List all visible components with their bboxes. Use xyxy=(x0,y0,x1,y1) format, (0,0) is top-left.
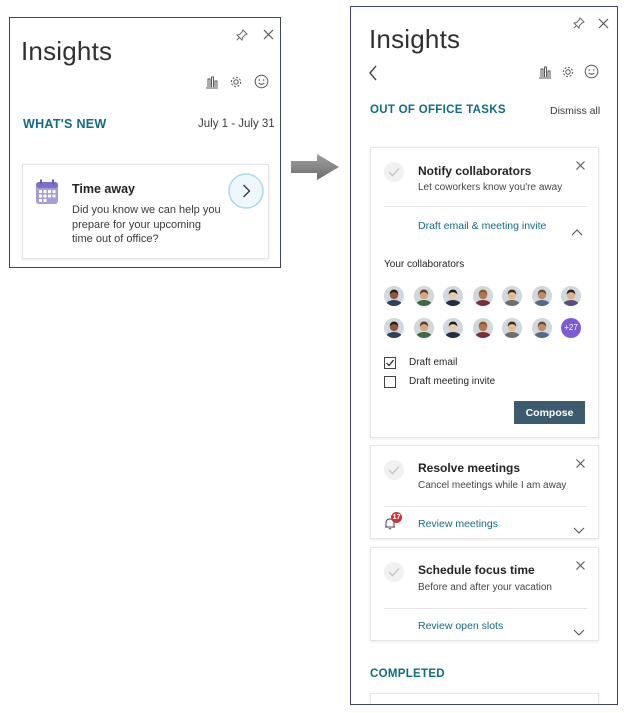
card-title: Time away xyxy=(72,182,136,196)
draft-email-meeting-link[interactable]: Draft email & meeting invite xyxy=(418,220,546,232)
collaborator-avatar[interactable] xyxy=(413,318,434,338)
draft-email-checkbox[interactable] xyxy=(384,357,396,369)
chevron-down-icon[interactable] xyxy=(573,521,585,539)
bar-chart-icon[interactable] xyxy=(205,75,219,89)
pane-title: Insights xyxy=(21,36,113,66)
task-title: Notify collaborators xyxy=(418,164,532,178)
pin-icon[interactable] xyxy=(236,29,248,41)
close-icon[interactable] xyxy=(576,455,586,468)
collaborator-avatar[interactable] xyxy=(413,286,434,306)
more-collaborators-avatar[interactable]: +27 xyxy=(561,318,581,338)
task-card-resolve-meetings: Resolve meetings Cancel meetings while I… xyxy=(370,445,599,539)
complete-check-icon[interactable] xyxy=(384,162,404,182)
dismiss-all-link[interactable]: Dismiss all xyxy=(550,105,600,117)
collaborator-avatar[interactable] xyxy=(502,318,522,338)
task-card-notify-collaborators: Notify collaborators Let coworkers know … xyxy=(370,147,599,438)
arrow-right-icon xyxy=(290,153,340,181)
collaborator-avatar[interactable] xyxy=(472,286,493,306)
task-subtitle: Before and after your vacation xyxy=(418,582,552,593)
collaborator-avatar[interactable] xyxy=(561,286,581,306)
draft-meeting-invite-label: Draft meeting invite xyxy=(409,376,496,387)
collaborator-avatar[interactable] xyxy=(443,318,463,338)
collaborator-avatar[interactable] xyxy=(443,286,463,306)
draft-email-label: Draft email xyxy=(409,357,458,368)
task-title: Resolve meetings xyxy=(418,461,521,475)
close-icon[interactable] xyxy=(263,29,274,40)
insights-pane-collapsed: Insights WHAT'S NEW July 1 - July 31 Tim… xyxy=(9,17,281,268)
smiley-icon[interactable] xyxy=(254,74,269,89)
section-whats-new: WHAT'S NEW xyxy=(23,117,107,131)
bar-chart-icon[interactable] xyxy=(538,65,552,79)
collaborator-avatar[interactable] xyxy=(531,286,552,306)
card-body-line: time out of office? xyxy=(72,233,159,245)
gear-icon[interactable] xyxy=(561,65,575,79)
time-away-card[interactable]: Time away Did you know we can help you p… xyxy=(22,164,269,259)
back-chevron-icon[interactable] xyxy=(368,65,378,81)
close-icon[interactable] xyxy=(576,157,586,170)
section-completed: COMPLETED xyxy=(370,668,445,680)
collaborators-label: Your collaborators xyxy=(384,259,465,270)
date-range: July 1 - July 31 xyxy=(198,118,275,130)
section-out-of-office: OUT OF OFFICE TASKS xyxy=(370,104,506,116)
smiley-icon[interactable] xyxy=(584,64,599,79)
card-body-line: prepare for your upcoming xyxy=(72,218,202,231)
card-body-line: Did you know we can help you xyxy=(72,204,221,216)
draft-meeting-invite-checkbox[interactable] xyxy=(384,376,396,388)
chevron-down-icon[interactable] xyxy=(573,623,585,641)
calendar-icon xyxy=(35,179,59,205)
collaborator-avatar[interactable] xyxy=(384,286,404,306)
review-open-slots-link[interactable]: Review open slots xyxy=(418,620,503,632)
task-subtitle: Let coworkers know you're away xyxy=(418,182,563,193)
divider xyxy=(384,206,587,207)
review-meetings-link[interactable]: Review meetings xyxy=(418,518,498,530)
complete-check-icon[interactable] xyxy=(384,562,404,582)
chevron-right-icon[interactable] xyxy=(228,173,264,209)
completed-card xyxy=(370,693,599,704)
divider xyxy=(384,506,587,507)
compose-button[interactable]: Compose xyxy=(514,401,585,424)
task-subtitle: Cancel meetings while I am away xyxy=(418,480,567,491)
task-card-schedule-focus-time: Schedule focus time Before and after you… xyxy=(370,547,599,641)
card-body: Did you know we can help you prepare for… xyxy=(72,203,221,247)
pin-icon[interactable] xyxy=(573,17,585,29)
collaborator-avatar[interactable] xyxy=(472,318,493,338)
notification-badge: 17 xyxy=(391,512,402,523)
task-title: Schedule focus time xyxy=(418,563,535,577)
divider xyxy=(384,608,587,609)
collaborator-avatar[interactable] xyxy=(531,318,552,338)
pane-title: Insights xyxy=(369,24,461,54)
collaborator-avatar[interactable] xyxy=(502,286,522,306)
close-icon[interactable] xyxy=(576,557,586,570)
close-icon[interactable] xyxy=(598,18,609,29)
complete-check-icon[interactable] xyxy=(384,460,404,480)
collaborator-avatar[interactable] xyxy=(384,318,404,338)
insights-pane-expanded: Insights OUT OF OFFICE TASKS Dismiss all… xyxy=(350,6,618,705)
chevron-up-icon[interactable] xyxy=(571,223,583,241)
gear-icon[interactable] xyxy=(229,75,243,89)
